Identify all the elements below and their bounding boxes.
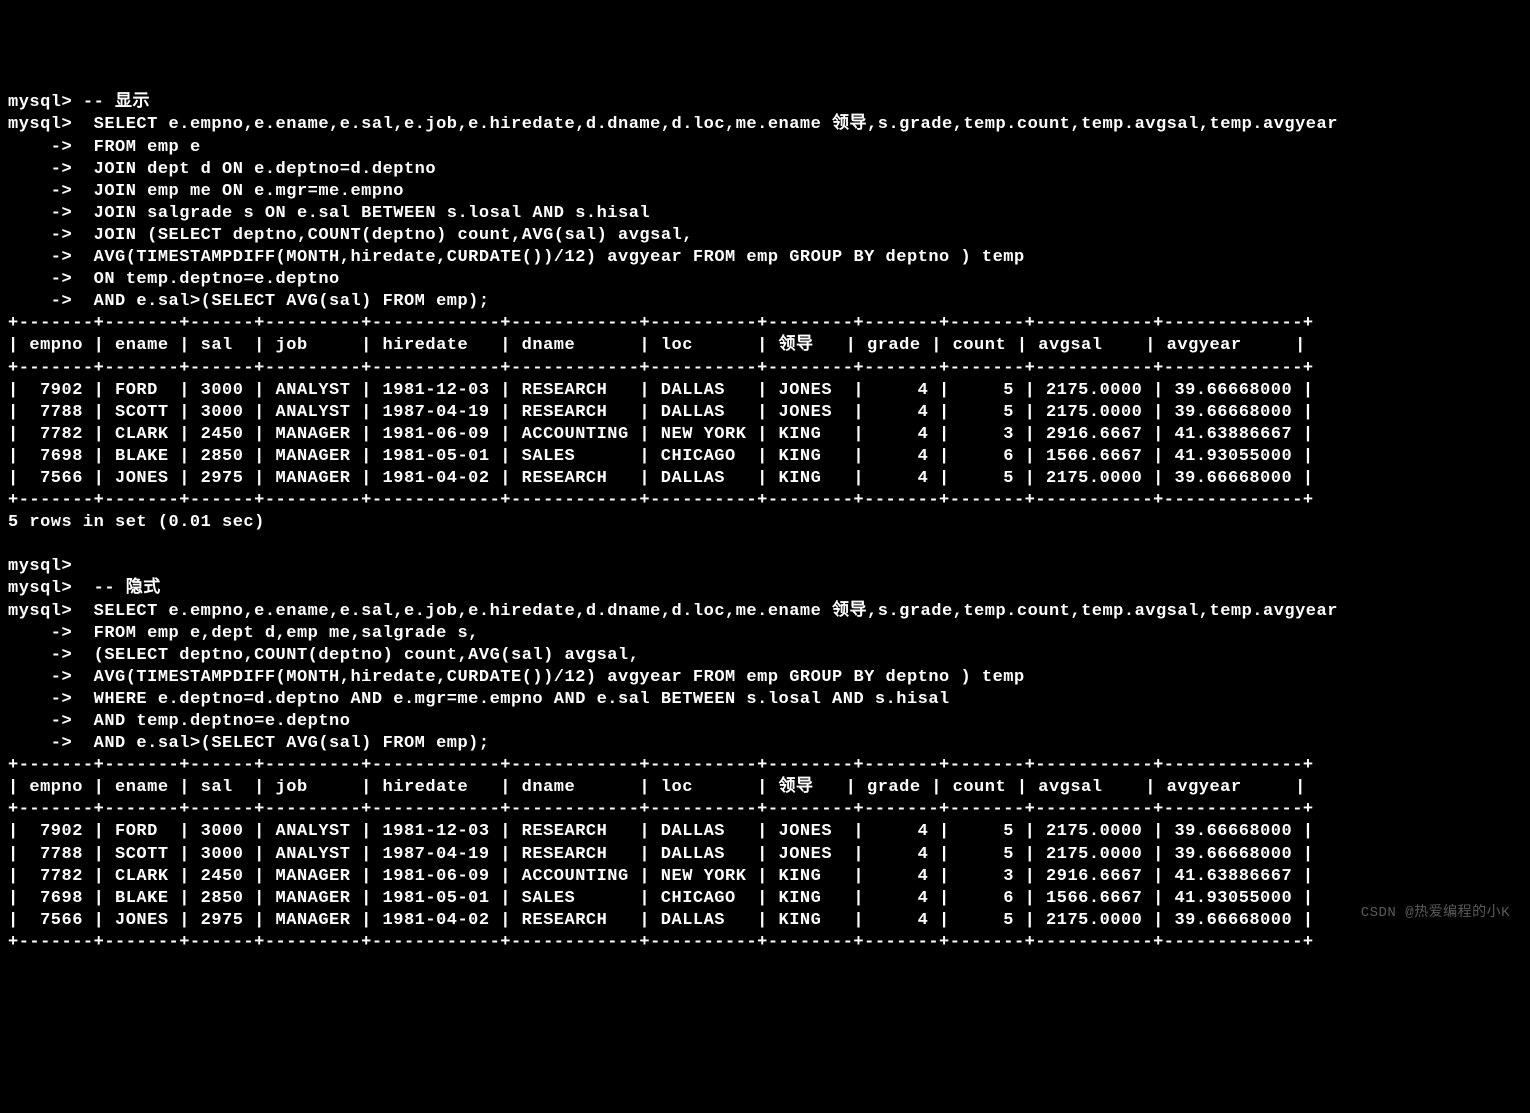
sql-line: JOIN salgrade s ON e.sal BETWEEN s.losal… [94,204,651,223]
sql-line: AND e.sal>(SELECT AVG(sal) FROM emp); [94,734,490,753]
sql-line: AVG(TIMESTAMPDIFF(MONTH,hiredate,CURDATE… [94,248,1025,267]
table-border: +-------+-------+------+---------+------… [8,800,1314,819]
sql-line: (SELECT deptno,COUNT(deptno) count,AVG(s… [94,646,640,665]
sql-line: JOIN dept d ON e.deptno=d.deptno [94,160,436,179]
sql-line: JOIN emp me ON e.mgr=me.empno [94,182,404,201]
result-footer: 5 rows in set (0.01 sec) [8,513,265,532]
continuation-prompt: -> [8,734,94,753]
table-row: | 7698 | BLAKE | 2850 | MANAGER | 1981-0… [8,889,1314,908]
continuation-prompt: -> [8,690,94,709]
continuation-prompt: -> [8,270,94,289]
continuation-prompt: -> [8,292,94,311]
table-border: +-------+-------+------+---------+------… [8,491,1314,510]
continuation-prompt: -> [8,712,94,731]
continuation-prompt: -> [8,226,94,245]
sql-comment: -- 隐式 [94,579,161,598]
table-row: | 7782 | CLARK | 2450 | MANAGER | 1981-0… [8,425,1314,444]
prompt: mysql> [8,557,72,576]
continuation-prompt: -> [8,160,94,179]
table-border: +-------+-------+------+---------+------… [8,756,1314,775]
continuation-prompt: -> [8,138,94,157]
continuation-prompt: -> [8,646,94,665]
watermark: CSDN @热爱编程的小K [1361,904,1510,922]
table-header: | empno | ename | sal | job | hiredate |… [8,778,1306,797]
sql-select: SELECT e.empno,e.ename,e.sal,e.job,e.hir… [94,115,1338,134]
table-row: | 7566 | JONES | 2975 | MANAGER | 1981-0… [8,469,1314,488]
table-border: +-------+-------+------+---------+------… [8,359,1314,378]
terminal-output: mysql> -- 显示 mysql> SELECT e.empno,e.ena… [8,92,1522,954]
table-row: | 7566 | JONES | 2975 | MANAGER | 1981-0… [8,911,1314,930]
sql-line: AND temp.deptno=e.deptno [94,712,351,731]
sql-line: ON temp.deptno=e.deptno [94,270,340,289]
sql-select: SELECT e.empno,e.ename,e.sal,e.job,e.hir… [94,602,1338,621]
prompt: mysql> [8,115,94,134]
continuation-prompt: -> [8,668,94,687]
sql-line: FROM emp e,dept d,emp me,salgrade s, [94,624,479,643]
table-row: | 7698 | BLAKE | 2850 | MANAGER | 1981-0… [8,447,1314,466]
sql-line: JOIN (SELECT deptno,COUNT(deptno) count,… [94,226,693,245]
continuation-prompt: -> [8,204,94,223]
table-row: | 7788 | SCOTT | 3000 | ANALYST | 1987-0… [8,845,1314,864]
prompt: mysql> [8,93,83,112]
sql-line: FROM emp e [94,138,201,157]
table-header: | empno | ename | sal | job | hiredate |… [8,336,1306,355]
sql-line: AND e.sal>(SELECT AVG(sal) FROM emp); [94,292,490,311]
continuation-prompt: -> [8,182,94,201]
table-border: +-------+-------+------+---------+------… [8,314,1314,333]
sql-line: AVG(TIMESTAMPDIFF(MONTH,hiredate,CURDATE… [94,668,1025,687]
prompt: mysql> [8,579,94,598]
table-row: | 7788 | SCOTT | 3000 | ANALYST | 1987-0… [8,403,1314,422]
table-row: | 7782 | CLARK | 2450 | MANAGER | 1981-0… [8,867,1314,886]
continuation-prompt: -> [8,248,94,267]
table-border: +-------+-------+------+---------+------… [8,933,1314,952]
sql-comment: -- 显示 [83,93,150,112]
continuation-prompt: -> [8,624,94,643]
prompt: mysql> [8,602,94,621]
sql-line: WHERE e.deptno=d.deptno AND e.mgr=me.emp… [94,690,950,709]
table-row: | 7902 | FORD | 3000 | ANALYST | 1981-12… [8,381,1314,400]
table-row: | 7902 | FORD | 3000 | ANALYST | 1981-12… [8,822,1314,841]
